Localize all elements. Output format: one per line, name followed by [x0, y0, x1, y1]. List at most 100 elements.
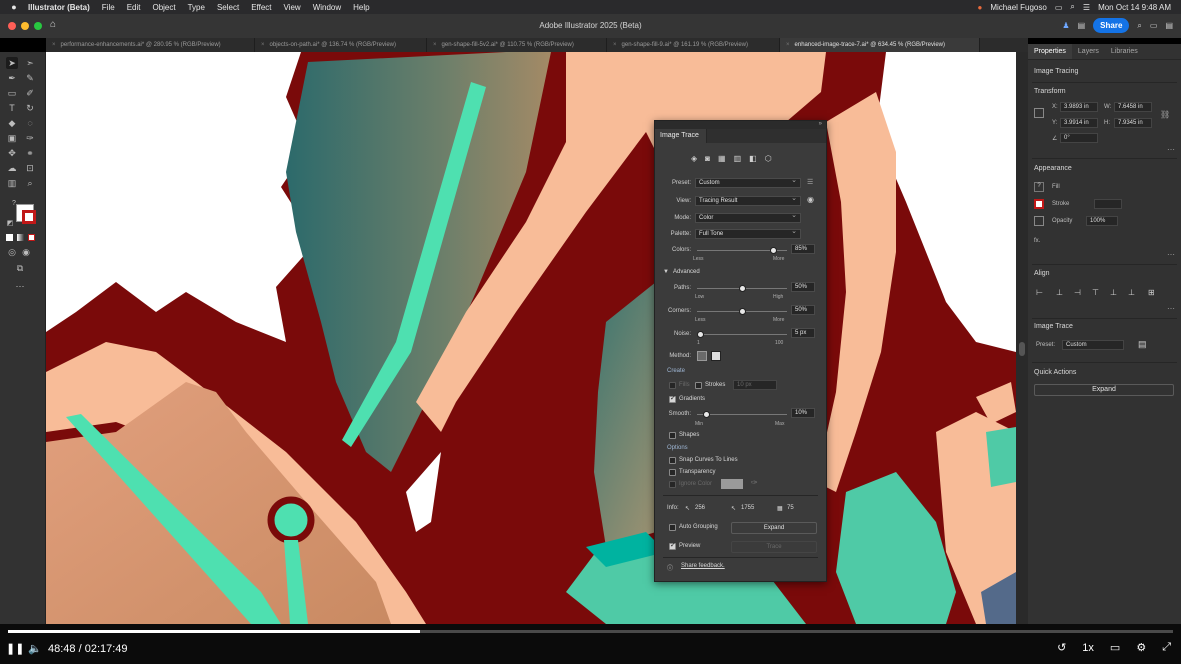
- curvature-tool-icon[interactable]: ✎: [24, 72, 36, 84]
- menu-help[interactable]: Help: [353, 3, 377, 12]
- lasso-tool-icon[interactable]: ◌: [24, 117, 36, 129]
- more-options-icon[interactable]: ⋯: [1167, 145, 1175, 154]
- close-tab-icon[interactable]: ×: [52, 42, 56, 48]
- align-more-icon[interactable]: ⋯: [1167, 304, 1175, 313]
- black-white-icon[interactable]: ◧: [749, 154, 757, 163]
- noise-value[interactable]: 5 px: [791, 328, 815, 338]
- menu-select[interactable]: Select: [217, 3, 247, 12]
- creative-cloud-icon[interactable]: ●: [978, 3, 983, 12]
- low-color-icon[interactable]: ▦: [718, 154, 726, 163]
- clock[interactable]: Mon Oct 14 9:48 AM: [1098, 3, 1171, 12]
- corners-slider-knob[interactable]: [738, 308, 746, 315]
- advanced-disclosure-icon[interactable]: ▼: [663, 269, 669, 275]
- transparency-checkbox[interactable]: [669, 469, 676, 476]
- opacity-field[interactable]: 100%: [1086, 216, 1118, 226]
- symbol-sprayer-tool-icon[interactable]: ☁: [6, 162, 18, 174]
- grayscale-icon[interactable]: ▥: [734, 154, 742, 163]
- share-feedback-link[interactable]: Share feedback.: [681, 563, 725, 569]
- user-name[interactable]: Michael Fugoso: [990, 3, 1046, 12]
- close-tab-icon[interactable]: ×: [433, 42, 437, 48]
- menu-app[interactable]: Illustrator (Beta): [28, 3, 98, 12]
- apple-icon[interactable]: ●: [0, 2, 28, 12]
- colors-slider-knob[interactable]: [770, 247, 777, 254]
- fullscreen-icon[interactable]: ⤢: [1162, 641, 1171, 654]
- artboard-canvas[interactable]: [46, 52, 1016, 624]
- palette-dropdown[interactable]: Full Tone: [695, 228, 801, 239]
- gradients-checkbox[interactable]: [669, 394, 676, 403]
- workspace-switcher-icon[interactable]: ▤: [1165, 21, 1173, 30]
- captions-icon[interactable]: ▭: [1110, 641, 1120, 654]
- preset-dropdown[interactable]: Custom: [695, 177, 801, 188]
- advanced-heading[interactable]: Advanced: [673, 269, 700, 275]
- search-icon[interactable]: ⌕: [1070, 2, 1074, 12]
- high-color-icon[interactable]: ◙: [705, 154, 710, 163]
- screen-mode-icon[interactable]: ⧉: [14, 262, 26, 274]
- view-dropdown[interactable]: Tracing Result: [695, 195, 801, 206]
- auto-color-icon[interactable]: ◈: [691, 154, 697, 163]
- mode-dropdown[interactable]: Color: [695, 212, 801, 223]
- pen-tool-icon[interactable]: ✒: [6, 72, 18, 84]
- scrollbar-thumb[interactable]: [1019, 342, 1025, 356]
- share-button[interactable]: Share: [1093, 18, 1130, 33]
- document-tab-active[interactable]: × enhanced-image-trace-7.ai* @ 634.45 % (…: [780, 38, 980, 52]
- corners-value[interactable]: 50%: [791, 305, 815, 315]
- fills-checkbox[interactable]: [669, 382, 676, 389]
- more-tools-icon[interactable]: ⋯: [14, 280, 26, 292]
- fill-help-icon[interactable]: ?: [1034, 182, 1044, 192]
- menu-view[interactable]: View: [284, 3, 309, 12]
- rotate-field[interactable]: 0°: [1060, 133, 1098, 143]
- link-proportions-icon[interactable]: ⛓: [1160, 110, 1170, 119]
- default-colors-icon[interactable]: ◩: [4, 218, 16, 230]
- document-tab[interactable]: × gen-shape-fill-9.ai* @ 161.19 % (RGB/Pr…: [607, 38, 780, 52]
- selection-tool-icon[interactable]: ➤: [6, 57, 18, 69]
- distribute-icon[interactable]: ⊞: [1148, 288, 1155, 297]
- rotate-tool-icon[interactable]: ↻: [24, 102, 36, 114]
- smooth-slider-knob[interactable]: [702, 411, 710, 418]
- colors-value[interactable]: 85%: [791, 244, 815, 254]
- graph-tool-icon[interactable]: ▥: [6, 177, 18, 189]
- menu-file[interactable]: File: [102, 3, 123, 12]
- align-right-icon[interactable]: ⊣: [1074, 288, 1081, 297]
- direct-selection-tool-icon[interactable]: ➣: [24, 57, 36, 69]
- eraser-tool-icon[interactable]: ◆: [6, 117, 18, 129]
- appearance-more-icon[interactable]: ⋯: [1167, 250, 1175, 259]
- eyedropper-tool-icon[interactable]: ✑: [24, 132, 36, 144]
- pause-icon[interactable]: ❚❚: [6, 642, 24, 655]
- image-trace-panel-icon[interactable]: ▤: [1138, 339, 1147, 350]
- stroke-width-field[interactable]: 10 px: [733, 380, 777, 390]
- arrange-documents-icon[interactable]: ▭: [1150, 21, 1158, 30]
- smooth-slider-track[interactable]: [697, 414, 787, 415]
- control-center-icon[interactable]: ☰: [1083, 3, 1090, 12]
- width-field[interactable]: 7.6458 in: [1114, 102, 1152, 112]
- close-tab-icon[interactable]: ×: [613, 42, 617, 48]
- stroke-weight-field[interactable]: [1094, 199, 1122, 209]
- color-mode-icon[interactable]: [6, 234, 13, 241]
- auto-grouping-checkbox[interactable]: [669, 524, 676, 531]
- settings-gear-icon[interactable]: ⚙: [1136, 641, 1146, 654]
- document-tab[interactable]: × objects-on-path.ai* @ 136.74 % (RGB/Pre…: [255, 38, 427, 52]
- gradient-tool-icon[interactable]: ▣: [6, 132, 18, 144]
- document-tab[interactable]: × performance-enhancements.ai* @ 280.95 %…: [46, 38, 255, 52]
- y-field[interactable]: 3.9914 in: [1060, 118, 1098, 128]
- preset-select[interactable]: Custom: [1062, 340, 1124, 350]
- strokes-checkbox[interactable]: [695, 382, 702, 389]
- expand-button[interactable]: Expand: [731, 522, 817, 534]
- ignore-color-checkbox[interactable]: [669, 481, 676, 488]
- method-overlapping-icon[interactable]: [711, 351, 721, 361]
- close-tab-icon[interactable]: ×: [261, 42, 265, 48]
- menu-object[interactable]: Object: [152, 3, 183, 12]
- draw-inside-icon[interactable]: ◉: [20, 246, 32, 258]
- tab-properties[interactable]: Properties: [1028, 44, 1072, 59]
- blend-tool-icon[interactable]: ⚭: [24, 147, 36, 159]
- close-tab-icon[interactable]: ×: [786, 42, 790, 48]
- align-top-icon[interactable]: ⊤: [1092, 288, 1099, 297]
- paintbrush-tool-icon[interactable]: ✐: [24, 87, 36, 99]
- panel-collapse-icon[interactable]: »: [819, 121, 822, 127]
- eyedropper-icon[interactable]: ✑: [751, 478, 758, 487]
- paths-slider-knob[interactable]: [738, 285, 746, 292]
- comments-icon[interactable]: ▤: [1078, 21, 1086, 30]
- menu-edit[interactable]: Edit: [127, 3, 149, 12]
- align-left-icon[interactable]: ⊢: [1036, 288, 1043, 297]
- stroke-color-swatch[interactable]: [1034, 199, 1044, 209]
- height-field[interactable]: 7.9345 in: [1114, 118, 1152, 128]
